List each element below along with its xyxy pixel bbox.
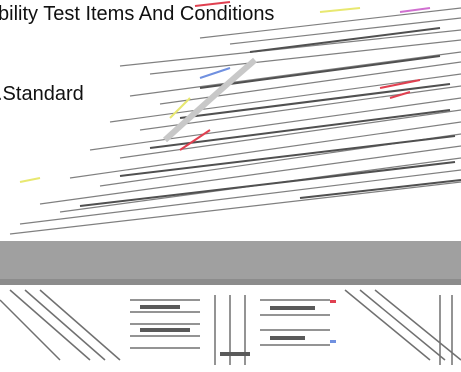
corrupted-page: bility Test Items And Conditions .Standa… xyxy=(0,0,461,372)
page-title: bility Test Items And Conditions xyxy=(0,3,275,25)
diagonal-streak-band xyxy=(9,7,461,235)
lower-block-patterns xyxy=(0,289,461,365)
diagonal-streak-dark xyxy=(79,27,461,207)
lower-block-dark xyxy=(140,305,315,356)
lower-accent-marks xyxy=(330,300,336,343)
glitch-artifact-layer xyxy=(0,1,461,365)
section-heading: .Standard xyxy=(0,83,84,105)
gray-band xyxy=(0,241,461,285)
gray-band-shade xyxy=(0,279,461,285)
diagonal-curve xyxy=(162,57,257,143)
